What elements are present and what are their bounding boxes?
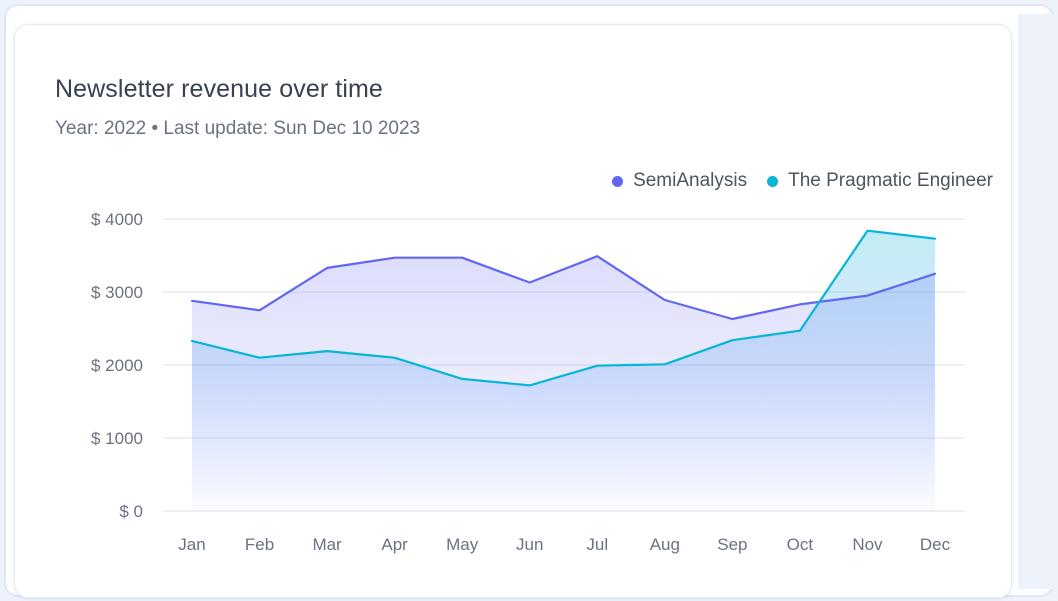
x-tick-label: Oct [787,535,814,554]
x-tick-label: Aug [650,535,680,554]
x-tick-label: Jul [586,535,608,554]
chart-plot: $ 0 $ 1000 $ 2000 $ 3000 $ 4000 Jan Feb Mar Apr… [91,210,965,554]
frame-edge [1018,14,1058,589]
chart-card: Newsletter revenue over time Year: 2022 … [14,24,1012,598]
y-tick-label: $ 4000 [91,210,143,229]
y-tick-label: $ 0 [119,502,143,521]
x-tick-label: Feb [245,535,274,554]
x-tick-label: Jan [178,535,205,554]
x-tick-label: Mar [312,535,342,554]
x-tick-label: Sep [717,535,747,554]
y-tick-label: $ 2000 [91,356,143,375]
y-tick-label: $ 3000 [91,283,143,302]
x-tick-label: Apr [381,535,408,554]
x-tick-label: Jun [516,535,543,554]
y-tick-label: $ 1000 [91,429,143,448]
x-tick-label: Dec [920,535,951,554]
x-tick-label: May [446,535,479,554]
x-tick-label: Nov [852,535,883,554]
